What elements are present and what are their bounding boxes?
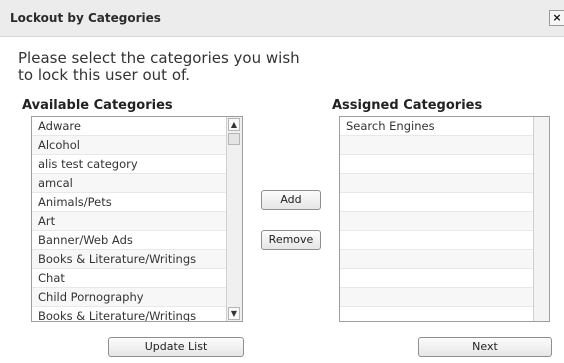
available-list-scrollbar[interactable]: ▲ ▼	[226, 117, 242, 321]
scroll-up-icon[interactable]: ▲	[228, 118, 240, 131]
empty-row	[340, 174, 549, 193]
add-button[interactable]: Add	[261, 190, 321, 210]
list-item[interactable]: Books & Literature/Writings	[32, 250, 242, 269]
assigned-categories-header: Assigned Categories	[332, 98, 483, 113]
available-categories-header: Available Categories	[22, 98, 173, 113]
list-item[interactable]: Books & Literature/Writings	[32, 307, 242, 321]
list-item[interactable]: Alcohol	[32, 136, 242, 155]
list-item[interactable]: amcal	[32, 174, 242, 193]
remove-button[interactable]: Remove	[261, 230, 321, 250]
empty-row	[340, 269, 549, 288]
instruction-text: Please select the categories you wish to…	[18, 49, 300, 84]
assigned-categories-list[interactable]: Search Engines	[339, 116, 550, 322]
dialog-title: Lockout by Categories	[10, 11, 161, 25]
scroll-down-icon[interactable]: ▼	[228, 307, 240, 320]
empty-row	[340, 136, 549, 155]
list-item[interactable]: alis test category	[32, 155, 242, 174]
list-item[interactable]: Animals/Pets	[32, 193, 242, 212]
dialog-titlebar: Lockout by Categories ×	[0, 0, 564, 37]
assigned-list-scrollbar[interactable]	[533, 117, 549, 321]
empty-row	[340, 250, 549, 269]
empty-row	[340, 231, 549, 250]
list-item[interactable]: Chat	[32, 269, 242, 288]
scrollbar-thumb[interactable]	[228, 133, 240, 145]
empty-row	[340, 193, 549, 212]
empty-row	[340, 288, 549, 307]
empty-row	[340, 307, 549, 321]
next-button[interactable]: Next	[418, 337, 552, 357]
list-item[interactable]: Child Pornography	[32, 288, 242, 307]
list-item[interactable]: Art	[32, 212, 242, 231]
available-categories-list[interactable]: Adware Alcohol alis test category amcal …	[31, 116, 243, 322]
close-button[interactable]: ×	[549, 10, 564, 26]
list-item[interactable]: Banner/Web Ads	[32, 231, 242, 250]
list-item[interactable]: Search Engines	[340, 117, 549, 136]
list-item[interactable]: Adware	[32, 117, 242, 136]
empty-row	[340, 212, 549, 231]
update-list-button[interactable]: Update List	[108, 337, 244, 357]
empty-row	[340, 155, 549, 174]
